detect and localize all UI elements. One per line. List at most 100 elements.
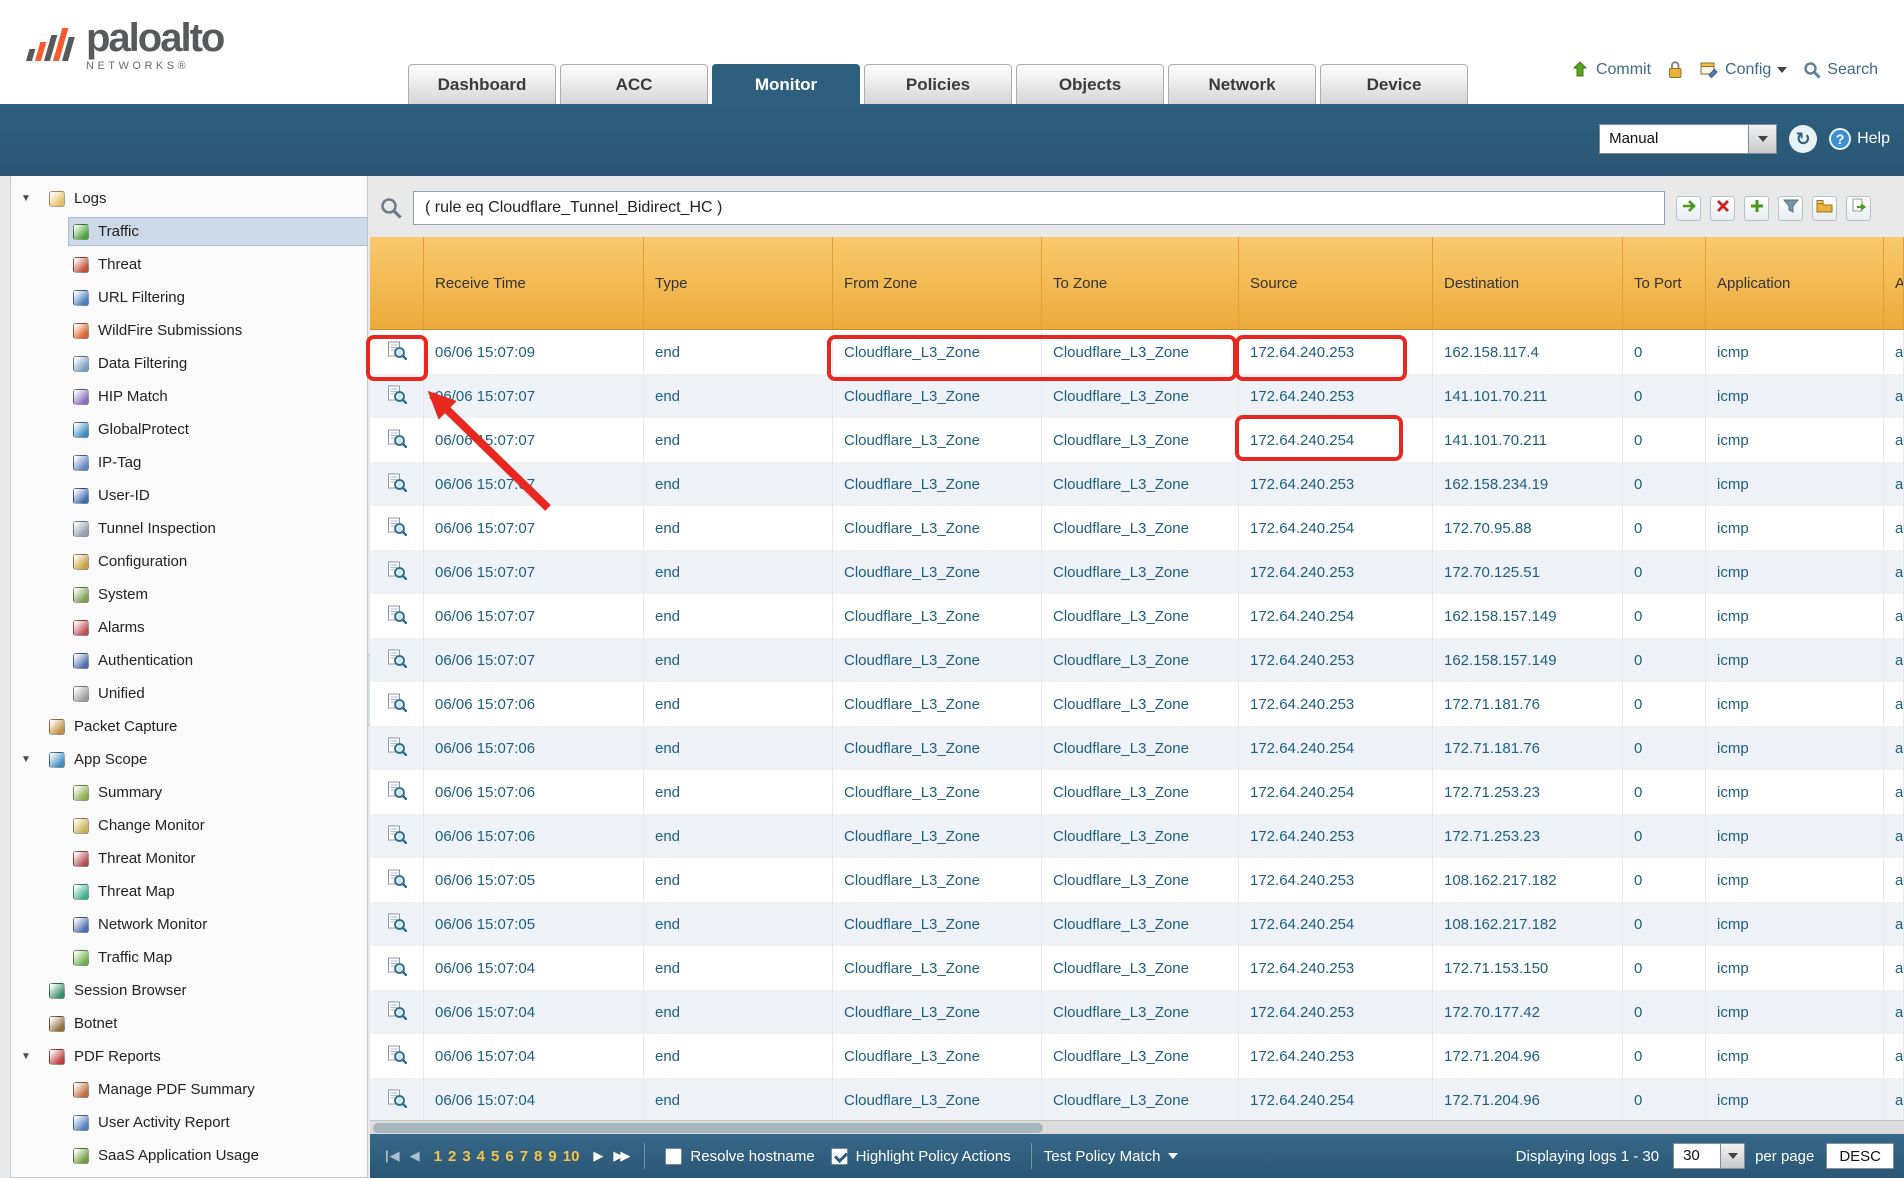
- log-row[interactable]: 06/06 15:07:05endCloudflare_L3_ZoneCloud…: [370, 858, 1904, 902]
- tab-network[interactable]: Network: [1168, 64, 1316, 104]
- prev-page-button[interactable]: ◀: [410, 1148, 420, 1164]
- page-number-2[interactable]: 2: [448, 1148, 456, 1165]
- log-detail-button[interactable]: [370, 506, 424, 550]
- log-row[interactable]: 06/06 15:07:07endCloudflare_L3_ZoneCloud…: [370, 550, 1904, 594]
- log-row[interactable]: 06/06 15:07:09endCloudflare_L3_ZoneCloud…: [370, 330, 1904, 374]
- sidebar-item-botnet[interactable]: Botnet: [11, 1007, 367, 1040]
- sidebar-item-manage-pdf-summary[interactable]: Manage PDF Summary: [11, 1073, 367, 1106]
- tab-acc[interactable]: ACC: [560, 64, 708, 104]
- test-policy-match-menu[interactable]: Test Policy Match: [1044, 1148, 1179, 1165]
- column-header-action[interactable]: A: [1884, 237, 1904, 329]
- apply-filter-button[interactable]: [1676, 196, 1701, 221]
- sidebar-item-data-filtering[interactable]: Data Filtering: [11, 347, 367, 380]
- log-row[interactable]: 06/06 15:07:05endCloudflare_L3_ZoneCloud…: [370, 902, 1904, 946]
- next-page-button[interactable]: ▶: [593, 1148, 603, 1164]
- sort-order-button[interactable]: DESC: [1826, 1143, 1894, 1169]
- column-header-detail[interactable]: [370, 237, 424, 329]
- log-detail-button[interactable]: [370, 814, 424, 858]
- sidebar-item-user-activity-report[interactable]: User Activity Report: [11, 1106, 367, 1139]
- log-row[interactable]: 06/06 15:07:06endCloudflare_L3_ZoneCloud…: [370, 814, 1904, 858]
- refresh-icon[interactable]: ↻: [1789, 125, 1817, 153]
- column-header-type[interactable]: Type: [644, 237, 833, 329]
- log-detail-button[interactable]: [370, 418, 424, 462]
- sidebar-item-url-filtering[interactable]: URL Filtering: [11, 281, 367, 314]
- page-number-4[interactable]: 4: [477, 1148, 485, 1165]
- save-filter-button[interactable]: [1778, 196, 1803, 221]
- sidebar-item-system[interactable]: System: [11, 578, 367, 611]
- sidebar-item-traffic-map[interactable]: Traffic Map: [11, 941, 367, 974]
- log-row[interactable]: 06/06 15:07:04endCloudflare_L3_ZoneCloud…: [370, 990, 1904, 1034]
- log-detail-button[interactable]: [370, 594, 424, 638]
- load-filter-button[interactable]: [1812, 196, 1837, 221]
- column-header-source[interactable]: Source: [1239, 237, 1433, 329]
- column-header-to-zone[interactable]: To Zone: [1042, 237, 1239, 329]
- column-header-from-zone[interactable]: From Zone: [833, 237, 1042, 329]
- page-number-6[interactable]: 6: [505, 1148, 513, 1165]
- log-detail-button[interactable]: [370, 1034, 424, 1078]
- log-row[interactable]: 06/06 15:07:06endCloudflare_L3_ZoneCloud…: [370, 770, 1904, 814]
- tab-policies[interactable]: Policies: [864, 64, 1012, 104]
- log-detail-button[interactable]: [370, 946, 424, 990]
- column-header-destination[interactable]: Destination: [1433, 237, 1623, 329]
- tab-dashboard[interactable]: Dashboard: [408, 64, 556, 104]
- expand-caret-icon[interactable]: ▼: [21, 1051, 45, 1062]
- sidebar-item-unified[interactable]: Unified: [11, 677, 367, 710]
- config-menu[interactable]: Config: [1700, 61, 1787, 79]
- sidebar-item-wildfire-submissions[interactable]: WildFire Submissions: [11, 314, 367, 347]
- expand-caret-icon[interactable]: ▼: [21, 754, 45, 765]
- log-detail-button[interactable]: [370, 682, 424, 726]
- log-filter-input[interactable]: [413, 191, 1665, 225]
- tab-device[interactable]: Device: [1320, 64, 1468, 104]
- lock-icon[interactable]: [1667, 60, 1684, 79]
- log-detail-button[interactable]: [370, 462, 424, 506]
- tab-objects[interactable]: Objects: [1016, 64, 1164, 104]
- column-header-receive-time[interactable]: Receive Time: [424, 237, 644, 329]
- search-button[interactable]: Search: [1803, 61, 1878, 79]
- sidebar-item-threat-monitor[interactable]: Threat Monitor: [11, 842, 367, 875]
- log-detail-button[interactable]: [370, 330, 424, 374]
- log-row[interactable]: 06/06 15:07:04endCloudflare_L3_ZoneCloud…: [370, 1034, 1904, 1078]
- log-detail-button[interactable]: [370, 990, 424, 1034]
- log-detail-button[interactable]: [370, 858, 424, 902]
- log-row[interactable]: 06/06 15:07:06endCloudflare_L3_ZoneCloud…: [370, 726, 1904, 770]
- sidebar-item-saas-application-usage[interactable]: SaaS Application Usage: [11, 1139, 367, 1172]
- log-row[interactable]: 06/06 15:07:04endCloudflare_L3_ZoneCloud…: [370, 1078, 1904, 1122]
- sidebar-item-globalprotect[interactable]: GlobalProtect: [11, 413, 367, 446]
- sidebar-item-hip-match[interactable]: HIP Match: [11, 380, 367, 413]
- sidebar-item-logs[interactable]: ▼Logs: [11, 182, 367, 215]
- page-number-1[interactable]: 1: [434, 1148, 442, 1165]
- sidebar-item-ip-tag[interactable]: IP-Tag: [11, 446, 367, 479]
- page-number-7[interactable]: 7: [520, 1148, 528, 1165]
- log-row[interactable]: 06/06 15:07:07endCloudflare_L3_ZoneCloud…: [370, 594, 1904, 638]
- help-button[interactable]: ? Help: [1829, 128, 1890, 150]
- log-detail-button[interactable]: [370, 374, 424, 418]
- last-page-button[interactable]: ▶▶: [613, 1148, 627, 1164]
- sidebar-item-threat[interactable]: Threat: [11, 248, 367, 281]
- refresh-interval-select[interactable]: Manual: [1599, 124, 1777, 154]
- log-row[interactable]: 06/06 15:07:06endCloudflare_L3_ZoneCloud…: [370, 682, 1904, 726]
- sidebar-item-app-scope[interactable]: ▼App Scope: [11, 743, 367, 776]
- sidebar-item-pdf-reports[interactable]: ▼PDF Reports: [11, 1040, 367, 1073]
- highlight-policy-actions-checkbox[interactable]: Highlight Policy Actions: [831, 1148, 1011, 1165]
- sidebar-item-network-monitor[interactable]: Network Monitor: [11, 908, 367, 941]
- clear-filter-button[interactable]: [1710, 196, 1735, 221]
- sidebar-item-alarms[interactable]: Alarms: [11, 611, 367, 644]
- first-page-button[interactable]: ◀: [385, 1148, 400, 1164]
- log-row[interactable]: 06/06 15:07:07endCloudflare_L3_ZoneCloud…: [370, 418, 1904, 462]
- sidebar-item-authentication[interactable]: Authentication: [11, 644, 367, 677]
- refresh-interval-dropdown-button[interactable]: [1749, 124, 1777, 154]
- sidebar-item-traffic[interactable]: Traffic: [11, 215, 367, 248]
- sidebar-item-summary[interactable]: Summary: [11, 776, 367, 809]
- page-number-10[interactable]: 10: [563, 1148, 580, 1165]
- horizontal-scrollbar[interactable]: [370, 1120, 1904, 1134]
- log-detail-button[interactable]: [370, 770, 424, 814]
- per-page-select[interactable]: 30: [1673, 1143, 1745, 1169]
- column-header-to-port[interactable]: To Port: [1623, 237, 1706, 329]
- log-detail-button[interactable]: [370, 1078, 424, 1122]
- expand-caret-icon[interactable]: ▼: [21, 193, 45, 204]
- export-logs-button[interactable]: [1846, 196, 1871, 221]
- sidebar-item-session-browser[interactable]: Session Browser: [11, 974, 367, 1007]
- log-row[interactable]: 06/06 15:07:07endCloudflare_L3_ZoneCloud…: [370, 374, 1904, 418]
- log-detail-button[interactable]: [370, 726, 424, 770]
- tab-monitor[interactable]: Monitor: [712, 64, 860, 104]
